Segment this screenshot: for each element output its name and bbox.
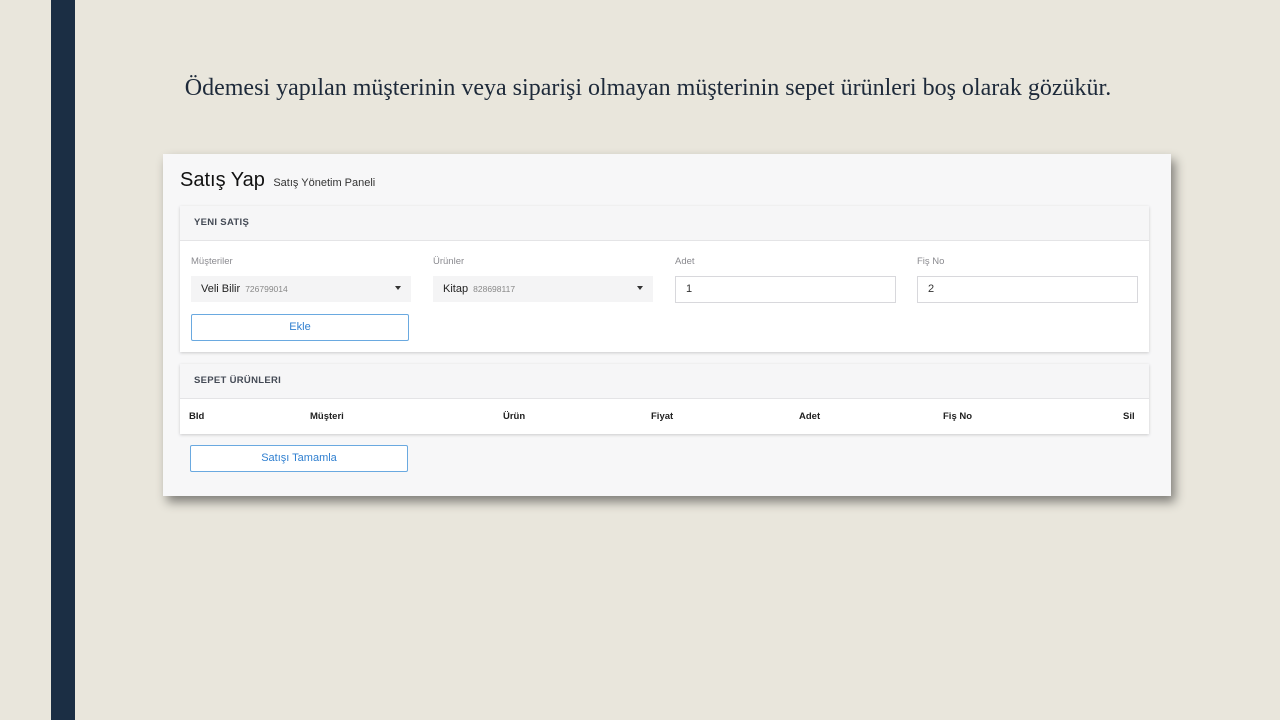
products-selected-code: 828698117 bbox=[473, 284, 516, 294]
panel-title: Satış Yap bbox=[180, 169, 265, 191]
customers-selected-code: 726799014 bbox=[245, 284, 288, 294]
new-sale-header: YENI SATIŞ bbox=[180, 206, 1149, 241]
complete-sale-button[interactable]: Satışı Tamamla bbox=[190, 445, 408, 472]
slide-left-accent-bar bbox=[51, 0, 75, 720]
column-header-customer: Müşteri bbox=[310, 411, 344, 422]
column-header-quantity: Adet bbox=[799, 411, 821, 422]
caret-down-icon bbox=[395, 286, 401, 290]
column-header-receipt-no: Fiş No bbox=[943, 411, 973, 422]
customers-select[interactable]: Veli Bilir 726799014 bbox=[191, 276, 411, 302]
products-label: Ürünler bbox=[433, 256, 465, 267]
column-header-price: Fiyat bbox=[651, 411, 674, 422]
column-header-bid: BId bbox=[189, 411, 205, 422]
caret-down-icon bbox=[637, 286, 643, 290]
cart-card: SEPET ÜRÜNLERI bbox=[180, 364, 1149, 434]
quantity-input[interactable]: 1 bbox=[675, 276, 896, 303]
receipt-label: Fiş No bbox=[917, 256, 945, 267]
receipt-number-input[interactable]: 2 bbox=[917, 276, 1138, 303]
customers-label: Müşteriler bbox=[191, 256, 233, 267]
panel-title-group: Satış Yap Satış Yönetim Paneli bbox=[180, 169, 375, 192]
slide-caption: Ödemesi yapılan müşterinin veya siparişi… bbox=[184, 75, 1112, 101]
cart-header: SEPET ÜRÜNLERI bbox=[180, 364, 1149, 399]
column-header-product: Ürün bbox=[503, 411, 526, 422]
products-select[interactable]: Kitap 828698117 bbox=[433, 276, 653, 302]
column-header-delete: Sil bbox=[1123, 411, 1135, 422]
quantity-label: Adet bbox=[675, 256, 695, 267]
add-button[interactable]: Ekle bbox=[191, 314, 409, 341]
panel-subtitle: Satış Yönetim Paneli bbox=[273, 177, 376, 189]
products-selected-name: Kitap bbox=[443, 283, 469, 295]
customers-selected-name: Veli Bilir bbox=[201, 283, 241, 295]
sales-panel: Satış Yap Satış Yönetim Paneli YENI SATI… bbox=[163, 154, 1171, 496]
